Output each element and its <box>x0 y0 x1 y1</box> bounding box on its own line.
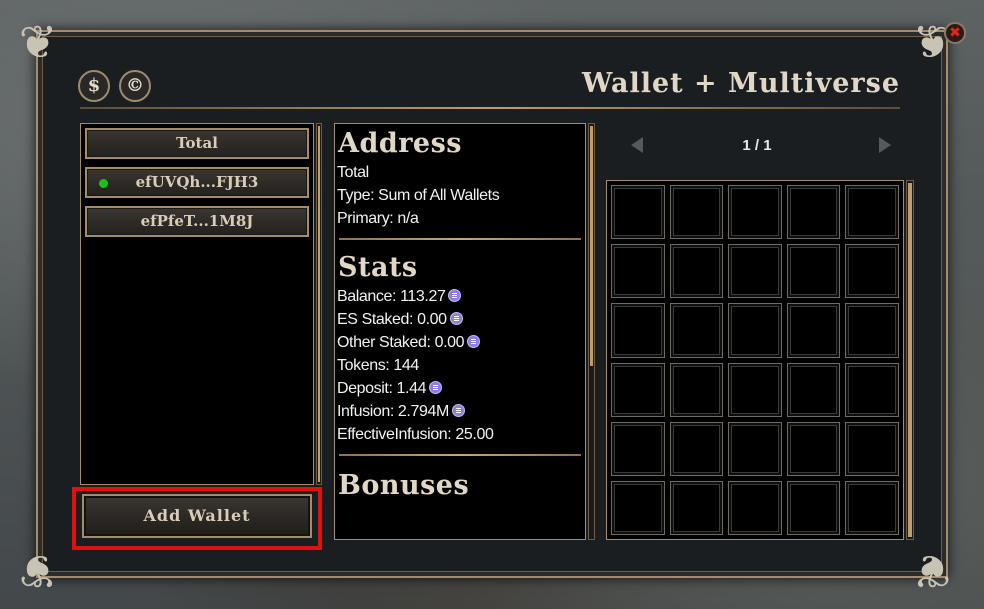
copyright-currency-button[interactable]: © <box>119 70 151 102</box>
wallet-item-total[interactable]: Total <box>85 128 309 159</box>
inventory-slot[interactable] <box>669 244 724 299</box>
wallet-item-label: efUVQh...FJH3 <box>135 173 259 191</box>
inventory-slot[interactable] <box>786 303 841 358</box>
stat-text: Other Staked: 0.00 <box>337 334 465 351</box>
inventory-slot[interactable] <box>728 185 782 240</box>
inventory-slot[interactable] <box>845 362 899 417</box>
stat-text: Infusion: 2.794M <box>337 403 449 420</box>
stat-deposit: Deposit: 1.44 <box>335 377 585 400</box>
wallet-item-efpfet[interactable]: efPfeT...1M8J <box>85 206 309 237</box>
section-divider <box>339 238 581 240</box>
stats-heading: Stats <box>338 252 418 283</box>
inventory-slot[interactable] <box>611 303 665 358</box>
inventory-slot[interactable] <box>728 421 782 476</box>
stat-text: Balance: 113.27 <box>337 288 446 305</box>
inventory-slot[interactable] <box>728 303 782 358</box>
inventory-slot[interactable] <box>611 421 665 476</box>
wallet-list: Total efUVQh...FJH3 efPfeT...1M8J <box>80 123 314 485</box>
window-title: Wallet + Multiverse <box>581 68 900 99</box>
title-divider <box>80 107 900 109</box>
address-line: Total <box>337 164 369 181</box>
stat-text: ES Staked: 0.00 <box>337 311 447 328</box>
stat-text: Deposit: 1.44 <box>337 380 427 397</box>
stat-es-staked: ES Staked: 0.00 <box>335 308 585 331</box>
inventory-slot[interactable] <box>786 185 841 240</box>
next-page-icon[interactable] <box>879 137 891 153</box>
bonuses-heading: Bonuses <box>338 470 470 501</box>
corner-ornament-icon: ❦ <box>18 544 58 598</box>
page-indicator: 1 / 1 <box>742 137 772 154</box>
stat-other-staked: Other Staked: 0.00 <box>335 331 585 354</box>
inventory-slot[interactable] <box>786 244 841 299</box>
inventory-scrollbar[interactable] <box>906 180 914 540</box>
add-wallet-button[interactable]: Add Wallet <box>82 494 312 538</box>
inventory-slot[interactable] <box>845 303 899 358</box>
inventory-slot[interactable] <box>845 421 899 476</box>
inventory-slot[interactable] <box>611 185 665 240</box>
address-line: Type: Sum of All Wallets <box>337 187 500 204</box>
stat-infusion: Infusion: 2.794M <box>335 400 585 423</box>
inventory-slot[interactable] <box>669 362 724 417</box>
stat-balance: Balance: 113.27 <box>335 285 585 308</box>
inventory-slot[interactable] <box>845 185 899 240</box>
inventory-slot[interactable] <box>611 480 665 535</box>
wallet-details-panel: Address Total Type: Sum of All Wallets P… <box>334 123 586 540</box>
close-icon[interactable]: ✖ <box>944 22 966 44</box>
coin-icon <box>429 381 443 394</box>
inventory-slot[interactable] <box>669 421 724 476</box>
inventory-slot[interactable] <box>669 185 724 240</box>
wallet-item-label: Total <box>176 134 218 152</box>
inventory-slot[interactable] <box>786 421 841 476</box>
scrollbar-thumb[interactable] <box>908 183 912 537</box>
inventory-slot[interactable] <box>611 362 665 417</box>
details-scrollbar[interactable] <box>588 123 595 540</box>
dollar-currency-button[interactable]: $ <box>78 70 110 102</box>
stat-text: EffectiveInfusion: 25.00 <box>337 426 494 443</box>
corner-ornament-icon: ❦ <box>912 544 952 598</box>
scrollbar-thumb[interactable] <box>318 126 320 482</box>
coin-icon <box>451 404 465 417</box>
wallet-item-efuvqh[interactable]: efUVQh...FJH3 <box>85 167 309 198</box>
stat-tokens: Tokens: 144 <box>335 354 585 377</box>
inventory-slot[interactable] <box>728 480 782 535</box>
inventory-slot[interactable] <box>845 480 899 535</box>
corner-ornament-icon: ❦ <box>18 15 58 69</box>
scrollbar-thumb[interactable] <box>590 126 593 366</box>
coin-icon <box>449 312 463 325</box>
inventory-slot[interactable] <box>786 362 841 417</box>
section-divider <box>339 454 581 456</box>
address-line: Primary: n/a <box>337 210 419 227</box>
inventory-slot[interactable] <box>845 244 899 299</box>
stat-text: Tokens: 144 <box>337 357 419 374</box>
stat-effective-infusion: EffectiveInfusion: 25.00 <box>335 423 585 446</box>
inventory-pager: 1 / 1 <box>607 133 907 163</box>
inventory-slot[interactable] <box>728 362 782 417</box>
address-heading: Address <box>338 128 463 159</box>
inventory-grid <box>606 180 904 540</box>
inventory-slot[interactable] <box>728 244 782 299</box>
coin-icon <box>467 335 481 348</box>
inventory-slot[interactable] <box>669 303 724 358</box>
wallet-item-label: efPfeT...1M8J <box>140 212 254 230</box>
coin-icon <box>448 289 462 302</box>
active-status-icon <box>99 179 108 188</box>
inventory-slot[interactable] <box>611 244 665 299</box>
wallet-list-scrollbar[interactable] <box>316 123 322 485</box>
inventory-slot[interactable] <box>669 480 724 535</box>
inventory-slot[interactable] <box>786 480 841 535</box>
